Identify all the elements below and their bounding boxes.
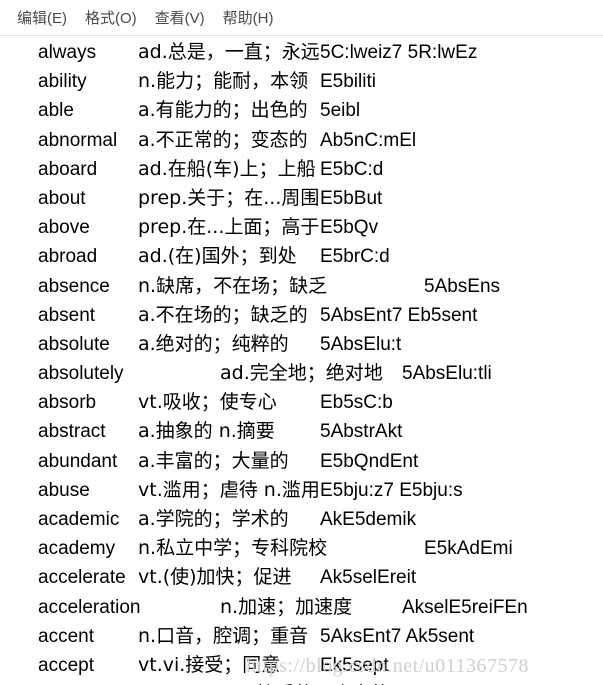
word-definition: n.能力；能耐，本领 <box>138 70 309 93</box>
word-entry: accept <box>38 654 94 676</box>
word-definition: n.私立中学；专科院校 <box>138 537 328 560</box>
word-entry: about <box>38 187 86 209</box>
word-entry: absorb <box>38 392 97 414</box>
menu-edit[interactable]: 编辑(E) <box>8 5 76 30</box>
word-definition: ad.总是，一直；永远 <box>138 41 320 63</box>
text-line: ability n.能力；能耐，本领 E5biliti <box>0 67 603 96</box>
word-entry: abstract <box>38 421 106 443</box>
text-line: absorb vt.吸收；使专心 Eb5sC:b <box>0 388 603 417</box>
word-pronunciation: E5brC:d <box>320 246 390 268</box>
text-line: abroad ad.(在)国外；到处 E5brC:d <box>0 242 603 271</box>
word-definition: a.有能力的；出色的 <box>138 99 308 122</box>
word-entry: absence <box>38 275 110 297</box>
word-definition: ad.(在)国外；到处 <box>138 245 297 268</box>
word-definition: a.学院的；学术的 <box>138 508 289 530</box>
menu-help[interactable]: 帮助(H) <box>214 5 283 30</box>
word-pronunciation: Eb5sC:b <box>320 392 393 414</box>
word-definition: ad.在船(车)上；上船 <box>138 157 316 180</box>
word-entry: able <box>38 100 74 122</box>
text-line: aboard ad.在船(车)上；上船 E5bC:d <box>0 155 603 184</box>
text-line: able a.有能力的；出色的 5eibl <box>0 96 603 125</box>
word-definition: prep.在...上面；高于 <box>138 216 320 239</box>
word-definition: a.绝对的；纯粹的 <box>138 332 289 355</box>
word-entry: accent <box>38 625 94 647</box>
text-line: accent n.口音，腔调；重音 5AksEnt7 Ak5sent <box>0 622 603 651</box>
word-definition: n.缺席，不在场；缺乏 <box>138 274 328 297</box>
word-pronunciation: E5bQv <box>320 217 379 239</box>
word-entry: aboard <box>38 158 98 180</box>
word-definition: vt.滥用；虐待 n.滥用 <box>138 478 320 501</box>
word-pronunciation: E5kAdEmi <box>424 538 513 560</box>
menu-view[interactable]: 查看(V) <box>146 5 214 30</box>
word-definition: a.不正常的；变态的 <box>138 128 308 151</box>
text-line: acceptablea.可接受的，合意的Ek5septEbl <box>0 680 603 685</box>
text-line: accept vt.vi.接受；同意 Ek5sept <box>0 651 603 680</box>
word-pronunciation: 5AbsElu:t <box>320 333 402 355</box>
word-entry: abuse <box>38 479 90 501</box>
word-entry: abroad <box>38 246 98 268</box>
text-line: above prep.在...上面；高于E5bQv <box>0 213 603 242</box>
text-line: always ad.总是，一直；永远5C:lweiz7 5R:lwEz <box>0 38 603 67</box>
word-entry: accelerate <box>38 567 126 589</box>
text-line: absence n.缺席，不在场；缺乏 5AbsEns <box>0 272 603 301</box>
word-definition: a.可接受的，合意的 <box>220 680 402 685</box>
word-definition: vt.(使)加快；促进 <box>138 566 292 589</box>
text-line: abnormal a.不正常的；变态的 Ab5nC:mEl <box>0 126 603 155</box>
menu-bar: 编辑(E) 格式(O) 查看(V) 帮助(H) <box>0 0 603 36</box>
word-definition: a.丰富的；大量的 <box>138 449 289 472</box>
text-line: absolutely ad.完全地；绝对地 5AbsElu:tli <box>0 359 603 388</box>
text-line: abuse vt.滥用；虐待 n.滥用E5bju:z7 E5bju:s <box>0 476 603 505</box>
word-entry: abundant <box>38 450 118 472</box>
word-entry: abnormal <box>38 129 118 151</box>
word-pronunciation: Ek5sept <box>320 654 389 676</box>
word-pronunciation: 5AbsElu:tli <box>402 363 492 385</box>
word-definition: a.抽象的 n.摘要 <box>138 420 275 443</box>
word-pronunciation: AkE5demik <box>320 509 417 530</box>
word-entry: always <box>38 42 97 63</box>
word-pronunciation: 5AbstrAkt <box>320 421 403 443</box>
word-pronunciation: E5bBut <box>320 187 383 209</box>
word-pronunciation: Ek5septEbl <box>402 680 498 685</box>
word-definition: ad.完全地；绝对地 <box>220 362 383 385</box>
word-pronunciation: 5AksEnt7 Ak5sent <box>320 625 475 647</box>
word-pronunciation: E5bC:d <box>320 158 384 180</box>
word-definition: vt.vi.接受；同意 <box>138 653 281 676</box>
word-definition: n.口音，腔调；重音 <box>138 624 309 647</box>
word-definition: prep.关于；在...周围 <box>138 186 320 209</box>
word-pronunciation: 5eibl <box>320 100 361 122</box>
word-definition: vt.吸收；使专心 <box>138 391 277 414</box>
text-line: abundant a.丰富的；大量的 E5bQndEnt <box>0 447 603 476</box>
word-pronunciation: E5biliti <box>320 71 376 93</box>
word-pronunciation: 5AbsEns <box>424 275 501 297</box>
word-entry: academic <box>38 509 120 530</box>
word-entry: academy <box>38 538 116 560</box>
word-pronunciation: 5C:lweiz7 5R:lwEz <box>320 42 478 63</box>
word-entry: above <box>38 217 90 239</box>
word-entry: ability <box>38 71 87 93</box>
text-line: acceleration n.加速；加速度 AkselE5reiFEn <box>0 593 603 622</box>
menu-format[interactable]: 格式(O) <box>76 5 146 30</box>
word-definition: a.不在场的；缺乏的 <box>138 303 308 326</box>
word-pronunciation: E5bju:z7 E5bju:s <box>320 479 463 501</box>
text-editor-area[interactable]: always ad.总是，一直；永远5C:lweiz7 5R:lwEz abilit… <box>0 36 603 685</box>
text-line: absolute a.绝对的；纯粹的 5AbsElu:t <box>0 330 603 359</box>
text-line: accelerate vt.(使)加快；促进 Ak5selEreit <box>0 563 603 592</box>
text-line: absent a.不在场的；缺乏的 5AbsEnt7 Eb5sent <box>0 301 603 330</box>
word-definition: n.加速；加速度 <box>220 595 353 618</box>
word-pronunciation: Ak5selEreit <box>320 567 417 589</box>
text-line: abstract a.抽象的 n.摘要 5AbstrAkt <box>0 417 603 446</box>
word-pronunciation: Ab5nC:mEl <box>320 129 417 151</box>
word-pronunciation: E5bQndEnt <box>320 450 419 472</box>
word-entry: acceptable <box>38 680 220 685</box>
text-line: academic a.学院的；学术的 AkE5demik <box>0 505 603 534</box>
word-pronunciation: 5AbsEnt7 Eb5sent <box>320 304 478 326</box>
text-line: about prep.关于；在...周围E5bBut <box>0 184 603 213</box>
word-entry: absent <box>38 304 96 326</box>
word-entry: acceleration <box>38 596 141 618</box>
word-pronunciation: AkselE5reiFEn <box>402 596 528 618</box>
word-entry: absolutely <box>38 363 124 385</box>
word-entry: absolute <box>38 333 110 355</box>
text-line: academy n.私立中学；专科院校 E5kAdEmi <box>0 534 603 563</box>
